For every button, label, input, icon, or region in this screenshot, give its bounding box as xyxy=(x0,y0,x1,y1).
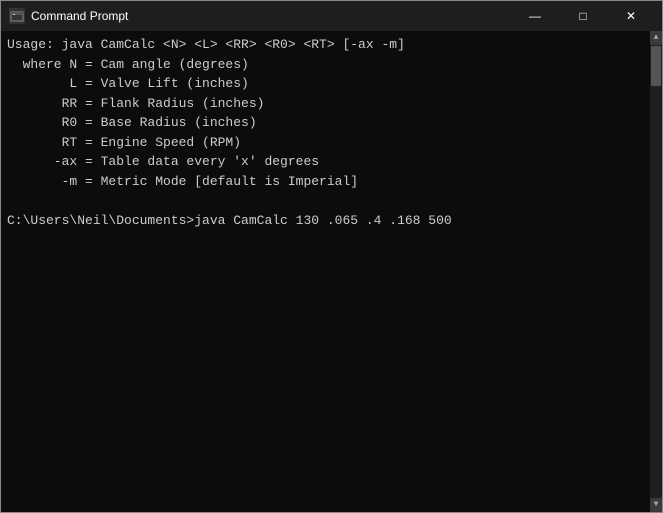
title-bar-controls: — □ ✕ xyxy=(512,1,654,31)
scrollbar[interactable]: ▲ ▼ xyxy=(650,31,662,512)
scroll-down-arrow[interactable]: ▼ xyxy=(650,498,662,512)
console-output: Usage: java CamCalc <N> <L> <RR> <R0> <R… xyxy=(1,31,662,512)
scrollbar-thumb[interactable] xyxy=(651,46,661,86)
window-icon xyxy=(9,8,25,24)
window-title: Command Prompt xyxy=(31,9,128,23)
command-prompt-window: Command Prompt — □ ✕ Usage: java CamCalc… xyxy=(0,0,663,513)
console-text: Usage: java CamCalc <N> <L> <RR> <R0> <R… xyxy=(7,35,656,230)
title-bar: Command Prompt — □ ✕ xyxy=(1,1,662,31)
close-button[interactable]: ✕ xyxy=(608,1,654,31)
scroll-up-arrow[interactable]: ▲ xyxy=(650,31,662,45)
maximize-button[interactable]: □ xyxy=(560,1,606,31)
scrollbar-track[interactable] xyxy=(650,45,662,498)
title-bar-left: Command Prompt xyxy=(9,8,128,24)
minimize-button[interactable]: — xyxy=(512,1,558,31)
